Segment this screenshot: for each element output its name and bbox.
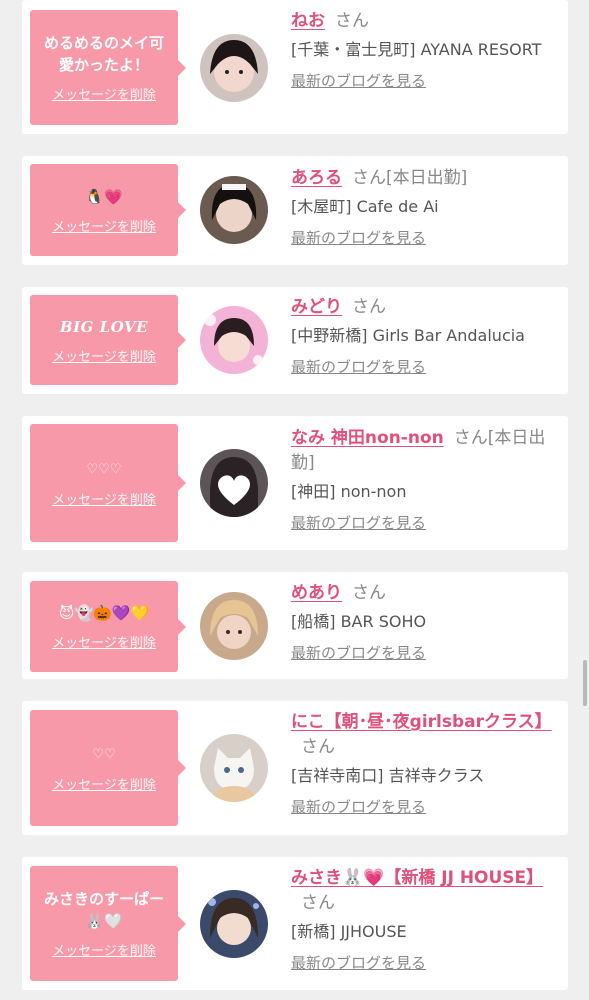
scrollbar[interactable] [583, 660, 587, 706]
avatar[interactable] [200, 306, 268, 374]
latest-blog-link[interactable]: 最新のブログを見る [291, 227, 426, 248]
message-card: ♡♡ メッセージを削除 にこ【朝･昼･夜girlsbarクラス】さん [吉祥寺南… [22, 701, 568, 835]
honorific: さん [301, 893, 335, 913]
message-card: ♡♡♡ メッセージを削除 なみ 神田non-non さん[本日出勤] [神田] n… [22, 416, 568, 550]
latest-blog-link[interactable]: 最新のブログを見る [291, 642, 426, 663]
message-text: めるめるのメイ可愛かったよ！ [43, 34, 164, 74]
cast-name-link[interactable]: みさき🐰💗【新橋 JJ HOUSE】 [291, 868, 543, 888]
delete-message-link[interactable]: メッセージを削除 [52, 940, 156, 959]
message-bubble: 😈👻🎃💜💛 メッセージを削除 [30, 581, 186, 672]
honorific: さん [335, 11, 369, 31]
shop-info: [新橋] JJHOUSE [291, 922, 407, 941]
message-card: 🐧💗 メッセージを削除 あろる さん[本日出勤] [木屋町] Cafe de Ai… [22, 156, 568, 265]
cast-name-link[interactable]: ねお [291, 11, 325, 31]
message-text: BIG LOVE [59, 317, 149, 336]
delete-message-link[interactable]: メッセージを削除 [52, 346, 156, 365]
delete-message-link[interactable]: メッセージを削除 [52, 774, 156, 793]
delete-message-link[interactable]: メッセージを削除 [52, 84, 156, 103]
message-bubble: 🐧💗 メッセージを削除 [30, 164, 186, 256]
entry-info: めあり さん [船橋] BAR SOHO 最新のブログを見る [291, 581, 556, 663]
honorific: さん [301, 737, 335, 757]
avatar[interactable] [200, 890, 268, 958]
entry-info: なみ 神田non-non さん[本日出勤] [神田] non-non 最新のブログ… [291, 426, 556, 533]
shop-info: [神田] non-non [291, 482, 407, 501]
avatar[interactable] [200, 34, 268, 102]
delete-message-link[interactable]: メッセージを削除 [52, 489, 156, 508]
cast-name-link[interactable]: みどり [291, 297, 342, 317]
latest-blog-link[interactable]: 最新のブログを見る [291, 952, 426, 973]
entry-info: みどり さん [中野新橋] Girls Bar Andalucia 最新のブログを… [291, 295, 556, 377]
entry-info: にこ【朝･昼･夜girlsbarクラス】さん [吉祥寺南口] 吉祥寺クラス 最新… [291, 710, 556, 817]
avatar[interactable] [200, 176, 268, 244]
entry-info: ねお さん [千葉・富士見町] AYANA RESORT 最新のブログを見る [291, 9, 556, 91]
shop-info: [木屋町] Cafe de Ai [291, 197, 439, 216]
avatar[interactable] [200, 592, 268, 660]
entry-info: あろる さん[本日出勤] [木屋町] Cafe de Ai 最新のブログを見る [291, 166, 556, 248]
shop-info: [吉祥寺南口] 吉祥寺クラス [291, 766, 485, 785]
message-card: めるめるのメイ可愛かったよ！ メッセージを削除 ねお さん [千葉・富士見町] A… [22, 0, 568, 134]
message-card: 😈👻🎃💜💛 メッセージを削除 めあり さん [船橋] BAR SOHO 最新のブロ… [22, 572, 568, 679]
honorific: さん [453, 428, 488, 448]
message-text: みさきのすーぱー🐰🤍 [43, 890, 164, 930]
honorific: さん [352, 297, 386, 317]
message-card: みさきのすーぱー🐰🤍 メッセージを削除 みさき🐰💗【新橋 JJ HOUSE】さん… [22, 857, 568, 990]
delete-message-link[interactable]: メッセージを削除 [52, 216, 156, 235]
cast-name-link[interactable]: なみ 神田non-non [291, 428, 444, 448]
cast-name-link[interactable]: あろる [291, 168, 342, 188]
message-bubble: ♡♡♡ メッセージを削除 [30, 424, 186, 542]
message-text: ♡♡ [92, 746, 116, 762]
message-text: 🐧💗 [85, 187, 123, 206]
shop-info: [船橋] BAR SOHO [291, 612, 427, 631]
cast-name-link[interactable]: にこ【朝･昼･夜girlsbarクラス】 [291, 712, 552, 732]
cast-name-link[interactable]: めあり [291, 583, 342, 603]
honorific: さん [352, 168, 386, 188]
message-bubble: みさきのすーぱー🐰🤍 メッセージを削除 [30, 866, 186, 981]
status-badge: [本日出勤] [386, 168, 468, 188]
shop-info: [千葉・富士見町] AYANA RESORT [291, 40, 542, 59]
message-text: ♡♡♡ [86, 461, 122, 477]
entry-info: みさき🐰💗【新橋 JJ HOUSE】さん [新橋] JJHOUSE 最新のブログ… [291, 866, 556, 973]
message-bubble: めるめるのメイ可愛かったよ！ メッセージを削除 [30, 10, 186, 125]
latest-blog-link[interactable]: 最新のブログを見る [291, 796, 426, 817]
message-bubble: BIG LOVE メッセージを削除 [30, 295, 186, 385]
latest-blog-link[interactable]: 最新のブログを見る [291, 512, 426, 533]
honorific: さん [352, 583, 386, 603]
delete-message-link[interactable]: メッセージを削除 [52, 632, 156, 651]
message-text: 😈👻🎃💜💛 [58, 604, 150, 622]
shop-info: [中野新橋] Girls Bar Andalucia [291, 326, 525, 345]
message-bubble: ♡♡ メッセージを削除 [30, 710, 186, 826]
latest-blog-link[interactable]: 最新のブログを見る [291, 356, 426, 377]
latest-blog-link[interactable]: 最新のブログを見る [291, 70, 426, 91]
avatar[interactable] [200, 449, 268, 517]
message-card: BIG LOVE メッセージを削除 みどり さん [中野新橋] Girls Bar… [22, 287, 568, 394]
avatar[interactable] [200, 734, 268, 802]
